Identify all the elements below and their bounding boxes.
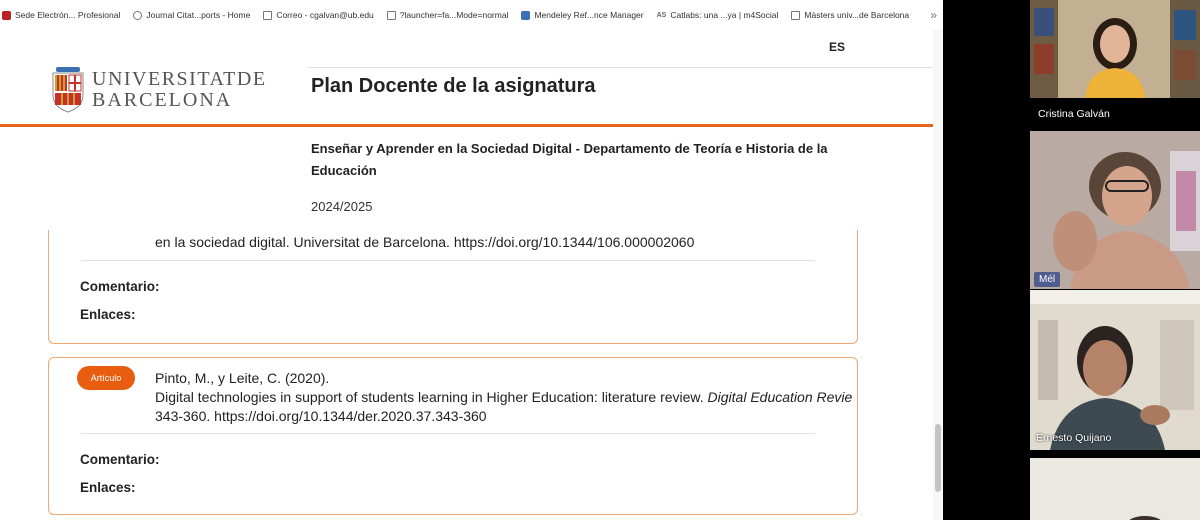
reference-text: en la sociedad digital. Universitat de B… <box>155 234 695 250</box>
bookmark[interactable]: AS Catlabs: una ...ya | m4Social <box>657 10 779 20</box>
participant-name: Ernesto Quijano <box>1036 432 1112 444</box>
bookmark[interactable]: Mendeley Ref...nce Manager <box>521 10 644 20</box>
bookmarks-bar: Sede Electrón... Profesional Journal Cit… <box>0 0 943 30</box>
reference-pages-doi[interactable]: 343-360. https://doi.org/10.1344/der.202… <box>155 407 487 426</box>
participant-name-bar: Cristina Galván <box>1030 100 1200 130</box>
video-call-panel: Cristina Galván Mél Ernesto Quijano <box>943 0 1200 520</box>
globe-icon <box>133 10 143 20</box>
page-icon <box>263 10 273 20</box>
academic-year: 2024/2025 <box>311 199 373 214</box>
page-icon <box>386 10 396 20</box>
participant-video[interactable] <box>1030 0 1200 98</box>
participant-video[interactable] <box>1030 458 1200 520</box>
bookmark[interactable]: Sede Electrón... Profesional <box>2 10 120 20</box>
shield-icon <box>52 67 84 113</box>
reference-authors: Pinto, M., y Leite, C. (2020). <box>155 370 330 386</box>
video-frame <box>1030 290 1200 450</box>
mendeley-icon <box>521 10 531 20</box>
subject-title: Enseñar y Aprender en la Sociedad Digita… <box>311 141 828 178</box>
journal-name: Digital Education Revie <box>707 389 853 405</box>
video-frame <box>1030 0 1200 98</box>
links-label: Enlaces: <box>80 480 136 495</box>
page-title: Plan Docente de la asignatura <box>311 75 596 97</box>
divider <box>81 433 815 434</box>
bookmark[interactable]: ?launcher=fa...Mode=normal <box>386 10 508 20</box>
browser-window: Sede Electrón... Profesional Journal Cit… <box>0 0 943 520</box>
page-content: en la sociedad digital. Universitat de B… <box>0 30 933 520</box>
reference-title: Digital technologies in support of stude… <box>155 389 853 405</box>
participant-name: Mél <box>1034 272 1061 287</box>
language-switch[interactable]: ES <box>829 40 845 54</box>
comment-label: Comentario: <box>80 452 160 467</box>
page-header: ES UNIVERSITATDE BARCELONA Plan Docente … <box>0 30 933 230</box>
article-badge: Artículo <box>77 366 135 390</box>
participant-video[interactable]: Mél <box>1030 131 1200 289</box>
logo-wordmark: UNIVERSITATDE BARCELONA <box>92 68 267 111</box>
video-frame <box>1030 458 1200 520</box>
comment-label: Comentario: <box>80 279 160 294</box>
bookmark[interactable]: Màsters univ...de Barcelona <box>791 10 909 20</box>
university-logo[interactable]: UNIVERSITATDE BARCELONA <box>52 67 267 113</box>
accent-divider <box>0 124 933 127</box>
participant-video[interactable]: Ernesto Quijano <box>1030 290 1200 450</box>
links-label: Enlaces: <box>80 307 136 322</box>
divider <box>308 67 933 68</box>
bookmark[interactable]: Journal Citat...ports - Home <box>133 10 250 20</box>
participant-name: Cristina Galván <box>1038 108 1110 120</box>
scrollbar-thumb[interactable] <box>935 424 941 492</box>
page-icon <box>791 10 801 20</box>
bibliography-card: Artículo Pinto, M., y Leite, C. (2020). … <box>48 357 858 515</box>
bookmark[interactable]: Correo - cgalvan@ub.edu <box>263 10 374 20</box>
as-icon: AS <box>656 11 667 19</box>
bookmark-icon <box>2 10 11 20</box>
divider <box>81 260 815 261</box>
more-bookmarks-chevron-icon[interactable]: » <box>930 8 937 22</box>
video-frame <box>1030 131 1200 289</box>
